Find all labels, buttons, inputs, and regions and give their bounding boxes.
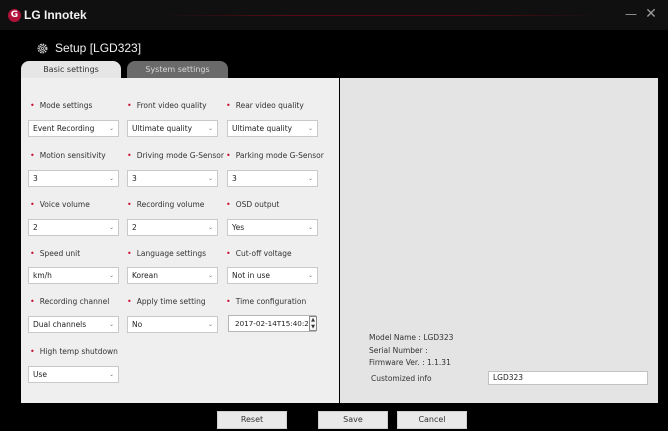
customized-info-input[interactable]: LGD323 [488, 371, 648, 385]
chevron-down-icon: ⌄ [108, 224, 114, 231]
chevron-down-icon: ⌄ [307, 175, 313, 182]
required-bullet-icon: • [30, 347, 35, 356]
required-bullet-icon: • [127, 151, 132, 160]
osd-output-label: • OSD output [226, 200, 280, 209]
chevron-down-icon: ⌄ [307, 272, 313, 279]
spin-down-icon[interactable]: ▼ [310, 324, 316, 331]
required-bullet-icon: • [226, 200, 231, 209]
motion-sensitivity-select[interactable]: 3 ⌄ [28, 170, 119, 187]
chevron-down-icon: ⌄ [108, 272, 114, 279]
gear-icon [37, 43, 48, 53]
recording-channel-select[interactable]: Dual channels ⌄ [28, 316, 119, 333]
customized-info-label: Customized info [371, 374, 432, 383]
required-bullet-icon: • [30, 200, 35, 209]
cancel-button[interactable]: Cancel [397, 411, 467, 429]
front-video-quality-label: • Front video quality [127, 101, 207, 110]
language-settings-select[interactable]: Korean ⌄ [127, 267, 218, 284]
lg-logo-icon: G [8, 8, 21, 22]
rear-video-quality-label: • Rear video quality [226, 101, 304, 110]
required-bullet-icon: • [226, 151, 231, 160]
recording-volume-label: • Recording volume [127, 200, 205, 209]
minimize-icon[interactable]: — [623, 6, 639, 22]
language-settings-label: • Language settings [127, 249, 207, 258]
voice-volume-select[interactable]: 2 ⌄ [28, 219, 119, 236]
osd-output-select[interactable]: Yes ⌄ [227, 219, 318, 236]
required-bullet-icon: • [127, 297, 132, 306]
mode-settings-label: • Mode settings [30, 101, 93, 110]
apply-time-setting-label: • Apply time setting [127, 297, 206, 306]
chevron-down-icon: ⌄ [207, 272, 213, 279]
high-temp-shutdown-label: • High temp shutdown [30, 347, 118, 356]
chevron-down-icon: ⌄ [108, 175, 114, 182]
model-name-text: Model Name : LGD323 [369, 333, 454, 342]
recording-channel-label: • Recording channel [30, 297, 110, 306]
chevron-down-icon: ⌄ [108, 125, 114, 132]
time-configuration-label: • Time configuration [226, 297, 307, 306]
reset-button[interactable]: Reset [217, 411, 287, 429]
required-bullet-icon: • [127, 249, 132, 258]
page-title: Setup [LGD323] [55, 41, 142, 55]
cut-off-voltage-select[interactable]: Not in use ⌄ [227, 267, 318, 284]
title-bar: G LG Innotek — ✕ [0, 0, 668, 30]
required-bullet-icon: • [127, 101, 132, 110]
tab-system-settings[interactable]: System settings [127, 61, 228, 78]
lg-innotek-logo: G LG Innotek [8, 7, 87, 23]
high-temp-shutdown-select[interactable]: Use ⌄ [28, 366, 119, 383]
apply-time-setting-select[interactable]: No ⌄ [127, 316, 218, 333]
spin-up-icon[interactable]: ▲ [310, 317, 316, 324]
required-bullet-icon: • [30, 151, 35, 160]
chevron-down-icon: ⌄ [307, 125, 313, 132]
tab-basic-settings[interactable]: Basic settings [21, 61, 121, 78]
driving-mode-g-sensor-label: • Driving mode G-Sensor [127, 151, 224, 160]
setup-header: Setup [LGD323] [36, 40, 141, 56]
save-button[interactable]: Save [318, 411, 388, 429]
chevron-down-icon: ⌄ [108, 321, 114, 328]
time-spinner[interactable]: ▲ ▼ [309, 316, 317, 331]
required-bullet-icon: • [226, 297, 231, 306]
front-video-quality-select[interactable]: Ultimate quality ⌄ [127, 120, 218, 137]
mode-settings-select[interactable]: Event Recording ⌄ [28, 120, 119, 137]
motion-sensitivity-label: • Motion sensitivity [30, 151, 106, 160]
recording-volume-select[interactable]: 2 ⌄ [127, 219, 218, 236]
speed-unit-select[interactable]: km/h ⌄ [28, 267, 119, 284]
required-bullet-icon: • [30, 297, 35, 306]
close-icon[interactable]: ✕ [643, 6, 659, 22]
chevron-down-icon: ⌄ [307, 224, 313, 231]
required-bullet-icon: • [127, 200, 132, 209]
rear-video-quality-select[interactable]: Ultimate quality ⌄ [227, 120, 318, 137]
chevron-down-icon: ⌄ [207, 224, 213, 231]
cut-off-voltage-label: • Cut-off voltage [226, 249, 292, 258]
speed-unit-label: • Speed unit [30, 249, 81, 258]
parking-mode-g-sensor-select[interactable]: 3 ⌄ [227, 170, 318, 187]
voice-volume-label: • Voice volume [30, 200, 90, 209]
chevron-down-icon: ⌄ [108, 371, 114, 378]
required-bullet-icon: • [30, 101, 35, 110]
firmware-version-text: Firmware Ver. : 1.1.31 [369, 358, 451, 367]
brand-name: LG Innotek [24, 8, 87, 22]
chevron-down-icon: ⌄ [207, 125, 213, 132]
parking-mode-g-sensor-label: • Parking mode G-Sensor [226, 151, 324, 160]
required-bullet-icon: • [30, 249, 35, 258]
title-divider [160, 15, 600, 16]
required-bullet-icon: • [226, 101, 231, 110]
driving-mode-g-sensor-select[interactable]: 3 ⌄ [127, 170, 218, 187]
required-bullet-icon: • [226, 249, 231, 258]
chevron-down-icon: ⌄ [207, 321, 213, 328]
chevron-down-icon: ⌄ [207, 175, 213, 182]
serial-number-text: Serial Number : [369, 346, 428, 355]
time-configuration-input[interactable]: 2017-02-14T15:40:21 [228, 315, 316, 332]
